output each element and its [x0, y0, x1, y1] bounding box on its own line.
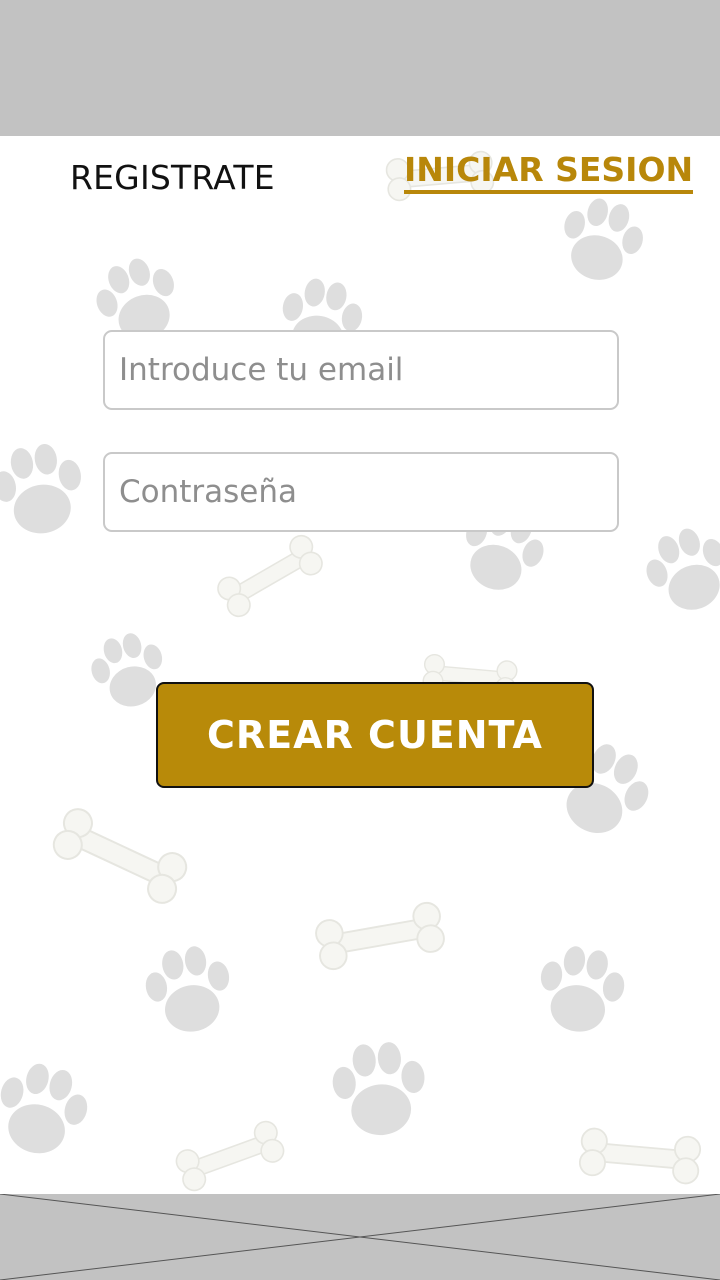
tab-register[interactable]: REGISTRATE: [70, 158, 275, 197]
paw-bone-background: [0, 149, 720, 1194]
create-account-button[interactable]: CREAR CUENTA: [156, 682, 594, 788]
tab-login[interactable]: INICIAR SESION: [404, 150, 694, 194]
status-bar-placeholder: [0, 0, 720, 136]
navigation-bar-placeholder: [0, 1194, 720, 1280]
password-field[interactable]: [103, 452, 619, 532]
placeholder-cross-icon: [0, 1194, 720, 1280]
main-content: REGISTRATE INICIAR SESION CREAR CUENTA: [0, 136, 720, 1194]
email-field[interactable]: [103, 330, 619, 410]
